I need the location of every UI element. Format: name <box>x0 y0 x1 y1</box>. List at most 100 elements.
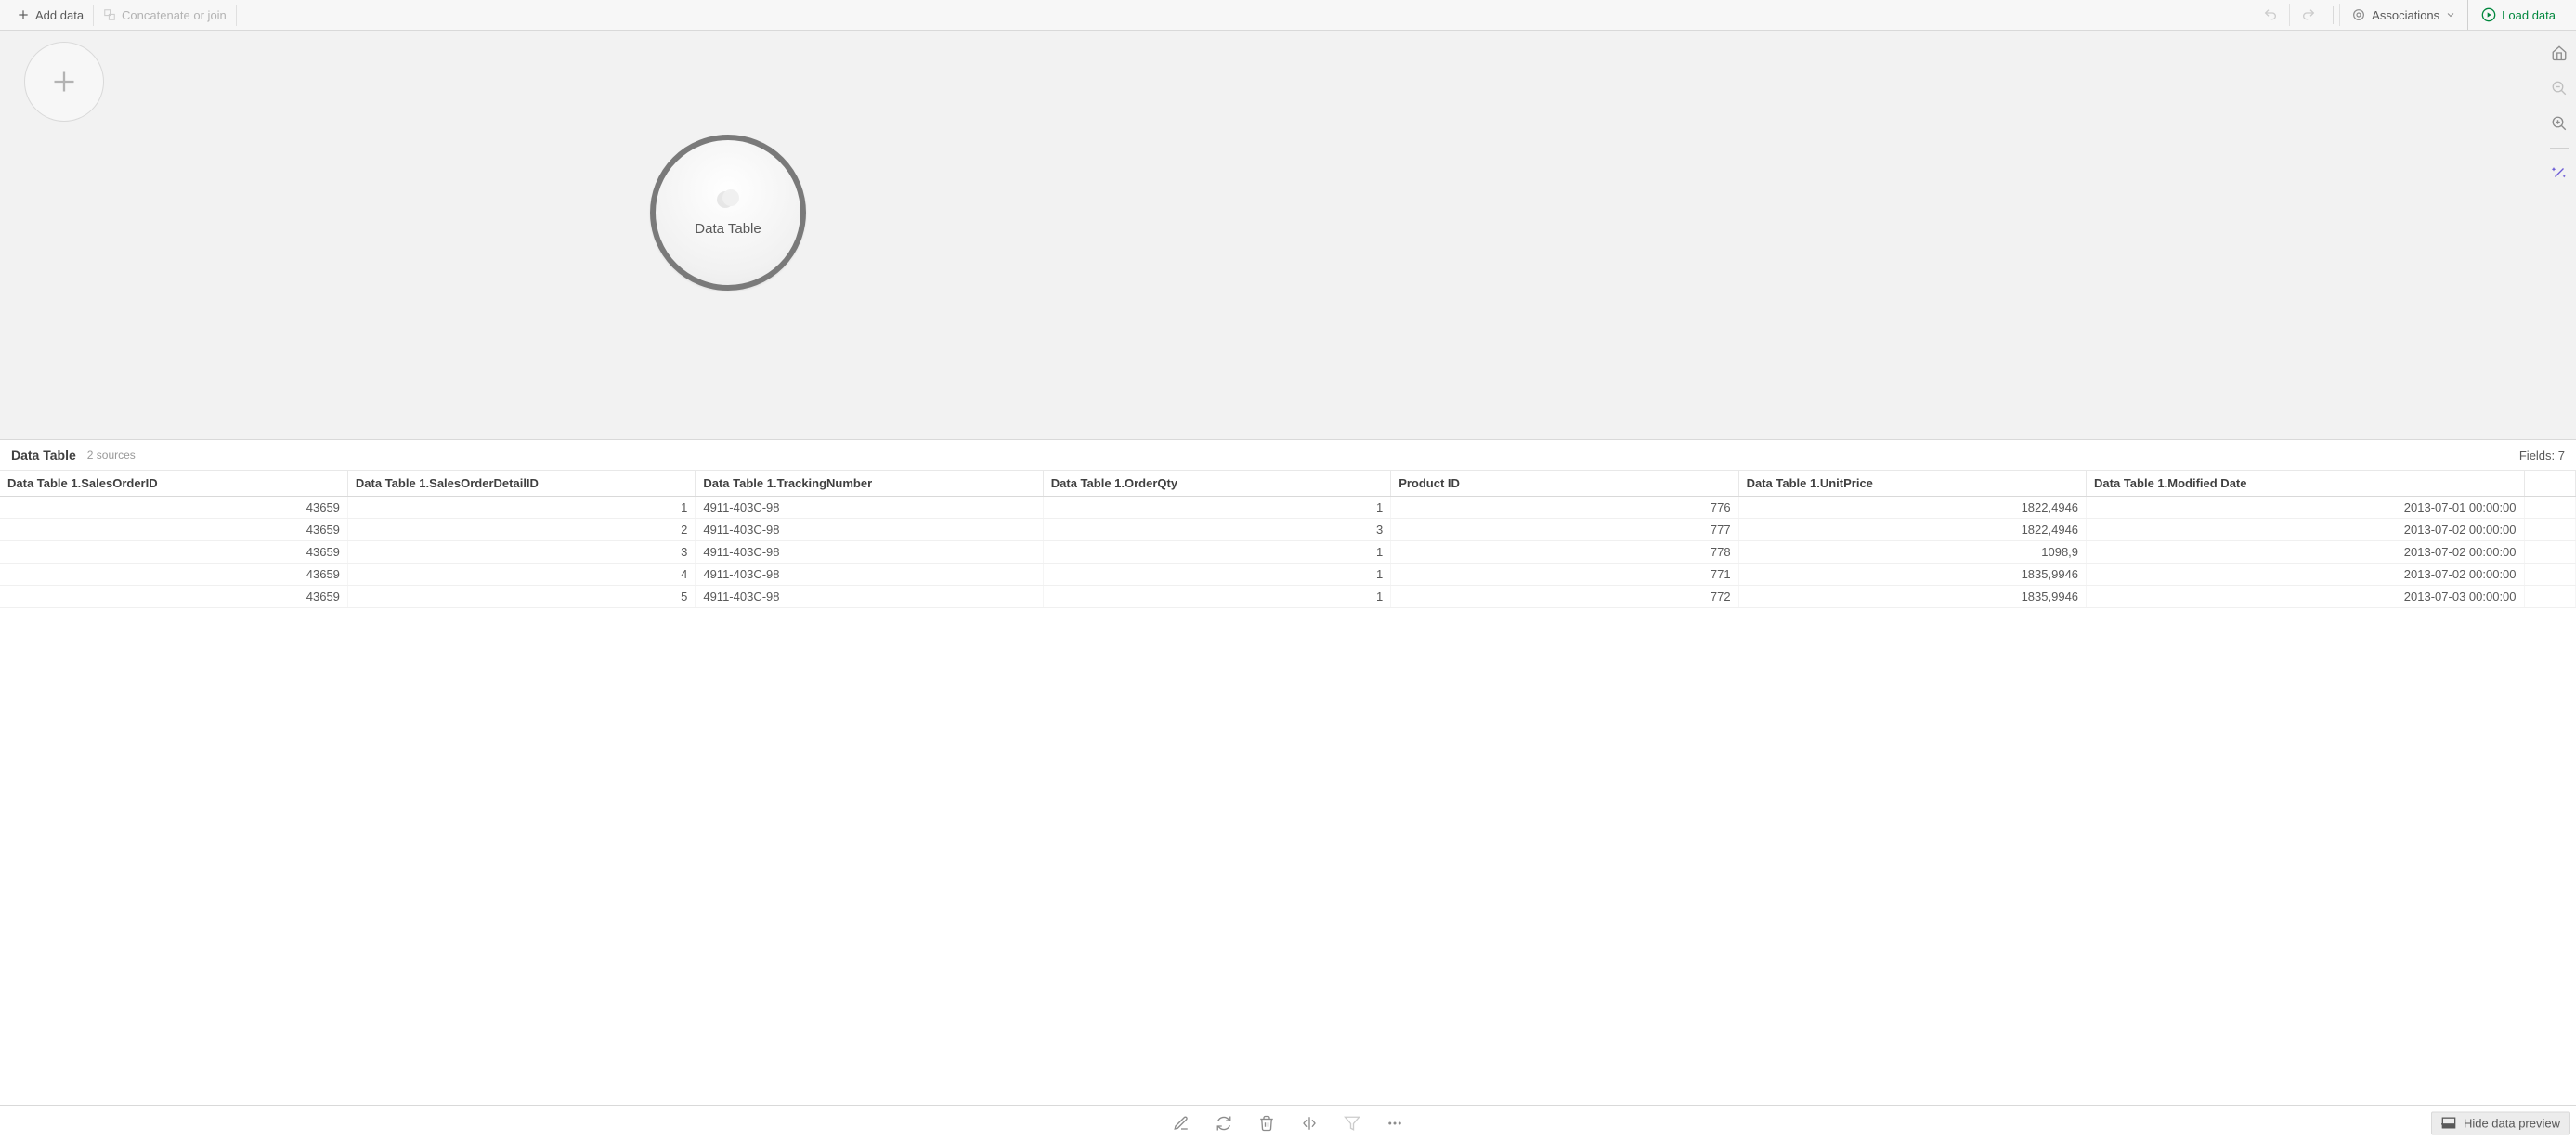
table-cell[interactable]: 772 <box>1391 586 1738 608</box>
more-button[interactable] <box>1386 1115 1403 1132</box>
table-cell[interactable]: 2 <box>347 519 695 541</box>
redo-icon <box>2301 7 2316 22</box>
home-icon <box>2551 45 2568 61</box>
table-row[interactable]: 4365924911-403C-9837771822,49462013-07-0… <box>0 519 2576 541</box>
table-row[interactable]: 4365954911-403C-9817721835,99462013-07-0… <box>0 586 2576 608</box>
column-header[interactable]: Data Table 1.SalesOrderID <box>0 471 347 497</box>
table-cell[interactable]: 1 <box>347 497 695 519</box>
table-cell[interactable]: 1 <box>1043 541 1390 564</box>
split-icon <box>1301 1115 1318 1132</box>
unpivot-button[interactable] <box>1301 1115 1318 1132</box>
table-row[interactable]: 4365914911-403C-9817761822,49462013-07-0… <box>0 497 2576 519</box>
zoom-out-icon <box>2551 80 2568 97</box>
add-data-button[interactable]: Add data <box>7 5 94 26</box>
table-cell[interactable]: 4911-403C-98 <box>696 519 1043 541</box>
load-data-label: Load data <box>2502 8 2556 22</box>
table-cell[interactable]: 4911-403C-98 <box>696 497 1043 519</box>
right-rail <box>2543 31 2576 186</box>
table-cell-spacer <box>2524 541 2575 564</box>
table-cell[interactable]: 3 <box>1043 519 1390 541</box>
table-cell[interactable]: 778 <box>1391 541 1738 564</box>
table-cell[interactable]: 4 <box>347 564 695 586</box>
data-preview-table[interactable]: Data Table 1.SalesOrderIDData Table 1.Sa… <box>0 471 2576 1105</box>
table-row[interactable]: 4365944911-403C-9817711835,99462013-07-0… <box>0 564 2576 586</box>
load-data-button[interactable]: Load data <box>2467 0 2569 30</box>
undo-button <box>2252 4 2289 26</box>
table-cell-spacer <box>2524 564 2575 586</box>
associations-icon <box>2351 7 2366 22</box>
table-cell-spacer <box>2524 519 2575 541</box>
table-cell[interactable]: 43659 <box>0 541 347 564</box>
table-cell[interactable]: 43659 <box>0 519 347 541</box>
table-cell[interactable]: 776 <box>1391 497 1738 519</box>
zoom-in-icon <box>2551 115 2568 132</box>
preview-sources: 2 sources <box>87 448 136 461</box>
table-cell[interactable]: 2013-07-02 00:00:00 <box>2087 564 2524 586</box>
filter-icon <box>1344 1115 1360 1132</box>
reload-button[interactable] <box>1216 1115 1232 1132</box>
table-cell[interactable]: 1835,9946 <box>1738 564 2086 586</box>
table-cell[interactable]: 4911-403C-98 <box>696 564 1043 586</box>
preview-title: Data Table <box>11 447 76 462</box>
top-toolbar: Add data Concatenate or join Association… <box>0 0 2576 31</box>
table-cell[interactable]: 43659 <box>0 564 347 586</box>
delete-button[interactable] <box>1258 1115 1275 1132</box>
table-cell[interactable]: 4911-403C-98 <box>696 541 1043 564</box>
preview-header: Data Table 2 sources Fields: 7 <box>0 439 2576 471</box>
redo-button <box>2289 4 2327 26</box>
table-row[interactable]: 4365934911-403C-9817781098,92013-07-02 0… <box>0 541 2576 564</box>
column-header[interactable]: Data Table 1.Modified Date <box>2087 471 2524 497</box>
preview-table: Data Table 1.SalesOrderIDData Table 1.Sa… <box>0 471 2576 608</box>
column-header[interactable]: Product ID <box>1391 471 1738 497</box>
column-header[interactable]: Data Table 1.TrackingNumber <box>696 471 1043 497</box>
home-button[interactable] <box>2546 40 2572 66</box>
edit-button[interactable] <box>1173 1115 1190 1132</box>
associations-label: Associations <box>2372 8 2439 22</box>
table-cell[interactable]: 1 <box>1043 586 1390 608</box>
column-header[interactable]: Data Table 1.OrderQty <box>1043 471 1390 497</box>
table-cell[interactable]: 4911-403C-98 <box>696 586 1043 608</box>
preview-fields: Fields: 7 <box>2519 448 2565 462</box>
play-circle-icon <box>2481 7 2496 22</box>
panel-icon <box>2441 1117 2456 1130</box>
bottom-actions <box>1173 1115 1403 1132</box>
magic-wand-button[interactable] <box>2546 160 2572 186</box>
magic-wand-icon <box>2551 164 2568 181</box>
column-header[interactable]: Data Table 1.SalesOrderDetailID <box>347 471 695 497</box>
table-cell[interactable]: 1 <box>1043 497 1390 519</box>
toolbar-left: Add data Concatenate or join <box>7 5 237 26</box>
associations-button[interactable]: Associations <box>2339 4 2467 26</box>
table-bubble-label: Data Table <box>695 221 761 237</box>
table-cell-spacer <box>2524 586 2575 608</box>
column-header[interactable]: Data Table 1.UnitPrice <box>1738 471 2086 497</box>
table-cell[interactable]: 5 <box>347 586 695 608</box>
concat-join-label: Concatenate or join <box>122 8 227 22</box>
table-cell[interactable]: 2013-07-03 00:00:00 <box>2087 586 2524 608</box>
table-cell[interactable]: 771 <box>1391 564 1738 586</box>
canvas-area[interactable]: Data Table <box>0 31 2576 439</box>
zoom-out-button[interactable] <box>2546 75 2572 101</box>
table-cell[interactable]: 2013-07-01 00:00:00 <box>2087 497 2524 519</box>
table-cell[interactable]: 777 <box>1391 519 1738 541</box>
table-cell[interactable]: 43659 <box>0 586 347 608</box>
zoom-in-button[interactable] <box>2546 110 2572 136</box>
table-cell[interactable]: 1 <box>1043 564 1390 586</box>
hide-preview-button[interactable]: Hide data preview <box>2431 1111 2570 1134</box>
column-header-spacer <box>2524 471 2575 497</box>
table-cell[interactable]: 1098,9 <box>1738 541 2086 564</box>
table-cell[interactable]: 1835,9946 <box>1738 586 2086 608</box>
table-cell[interactable]: 2013-07-02 00:00:00 <box>2087 541 2524 564</box>
add-table-bubble[interactable] <box>24 42 104 122</box>
table-cell[interactable]: 1822,4946 <box>1738 519 2086 541</box>
table-cell[interactable]: 1822,4946 <box>1738 497 2086 519</box>
table-cell[interactable]: 43659 <box>0 497 347 519</box>
separator <box>2333 6 2334 24</box>
chevron-down-icon <box>2445 9 2456 20</box>
toolbar-right: Associations Load data <box>2252 0 2569 30</box>
table-cell[interactable]: 3 <box>347 541 695 564</box>
add-data-label: Add data <box>35 8 84 22</box>
plus-icon <box>17 8 30 21</box>
table-bubble[interactable]: Data Table <box>650 135 806 291</box>
undo-icon <box>2263 7 2278 22</box>
table-cell[interactable]: 2013-07-02 00:00:00 <box>2087 519 2524 541</box>
